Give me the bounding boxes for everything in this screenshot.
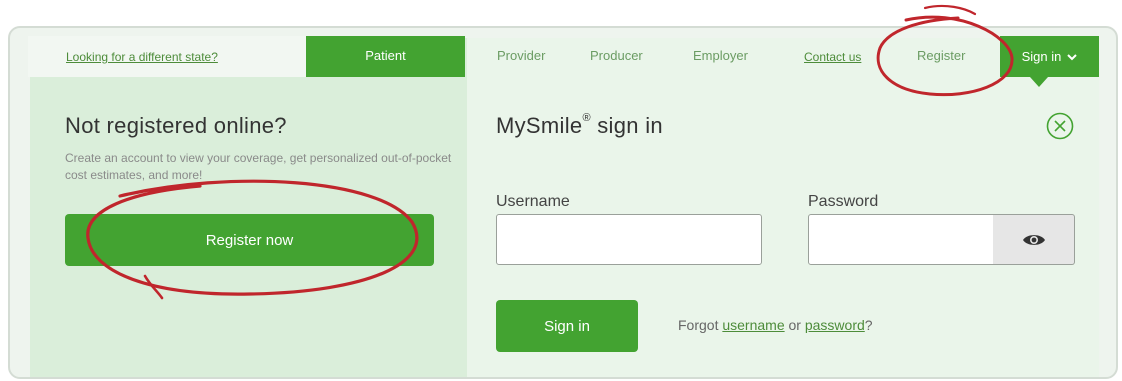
top-nav: Looking for a different state? Patient P…: [28, 36, 1099, 77]
register-description: Create an account to view your coverage,…: [65, 151, 452, 182]
nav-contact-us[interactable]: Contact us: [804, 50, 861, 64]
state-selector: Looking for a different state?: [28, 36, 306, 77]
registered-mark: ®: [582, 111, 591, 124]
nav-sign-in-label: Sign in: [1021, 49, 1062, 64]
nav-register[interactable]: Register: [917, 48, 965, 63]
not-registered-heading: Not registered online?: [65, 113, 287, 138]
register-now-button[interactable]: Register now: [65, 214, 434, 266]
forgot-credentials: Forgot username or password?: [678, 317, 873, 333]
password-label: Password: [808, 193, 879, 210]
forgot-password-link[interactable]: password: [805, 317, 865, 333]
forgot-prefix: Forgot: [678, 317, 723, 333]
username-field[interactable]: [496, 214, 762, 265]
sign-in-heading: MySmile® sign in: [496, 111, 663, 139]
nav-producer[interactable]: Producer: [590, 48, 643, 63]
password-field[interactable]: [808, 214, 994, 265]
different-state-link[interactable]: Looking for a different state?: [66, 50, 218, 64]
nav-provider[interactable]: Provider: [497, 48, 545, 63]
sign-in-pointer: [1030, 77, 1048, 87]
nav-sign-in[interactable]: Sign in: [1000, 36, 1099, 77]
sign-in-heading-brand: MySmile: [496, 113, 583, 138]
eye-icon: [1022, 234, 1045, 245]
chevron-down-icon: [1067, 53, 1078, 60]
nav-employer[interactable]: Employer: [693, 48, 748, 63]
tab-patient[interactable]: Patient: [306, 36, 465, 77]
forgot-or: or: [784, 317, 805, 333]
left-panel-bg: [30, 38, 467, 377]
forgot-username-link[interactable]: username: [722, 317, 784, 333]
username-label: Username: [496, 193, 570, 210]
close-circle-icon[interactable]: [1046, 112, 1074, 140]
sign-in-heading-suffix: sign in: [590, 113, 663, 138]
show-password-button[interactable]: [993, 214, 1075, 265]
sign-in-button[interactable]: Sign in: [496, 300, 638, 352]
forgot-suffix: ?: [864, 317, 873, 333]
